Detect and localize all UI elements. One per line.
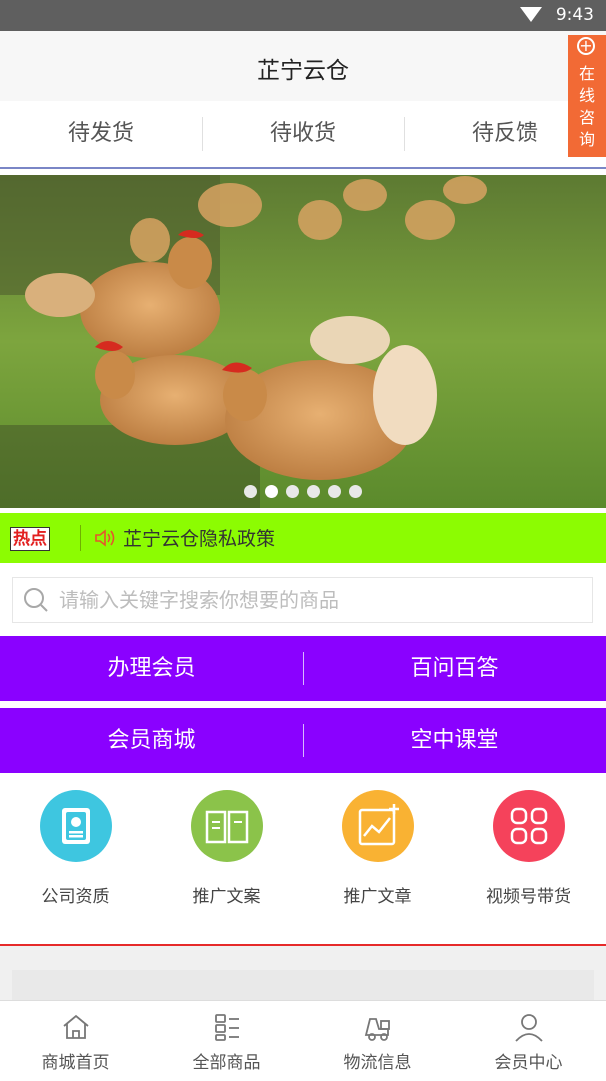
feature-label: 公司资质	[41, 887, 110, 907]
carousel-dot[interactable]	[265, 485, 278, 498]
plus-icon: +	[577, 37, 595, 55]
feature-company-qualification[interactable]: 公司资质	[0, 790, 151, 907]
carousel-dots	[0, 485, 606, 498]
forklift-icon	[364, 1018, 390, 1041]
banner-carousel[interactable]	[0, 175, 606, 508]
nav-label: 会员中心	[494, 1053, 563, 1073]
home-icon	[63, 1014, 89, 1039]
hot-divider	[80, 525, 81, 551]
open-book-icon	[190, 790, 263, 862]
hot-news-bar[interactable]: 热点 芷宁云仓隐私政策	[0, 513, 606, 563]
nav-logistics[interactable]: 物流信息	[302, 1001, 453, 1081]
feature-promo-article[interactable]: 推广文章	[302, 790, 453, 907]
carousel-dot[interactable]	[307, 485, 320, 498]
nav-label: 商城首页	[41, 1053, 110, 1073]
online-consult-button[interactable]: + 在线咨询	[568, 35, 606, 157]
online-classroom-button[interactable]: 空中课堂	[303, 708, 606, 773]
menu-row-1: 办理会员 百问百答	[0, 636, 606, 701]
chart-article-icon	[341, 790, 414, 862]
nav-all-products[interactable]: 全部商品	[151, 1001, 302, 1081]
order-tabs: 待发货 待收货 待反馈	[0, 101, 606, 169]
feature-label: 推广文章	[343, 887, 412, 907]
carousel-dot[interactable]	[328, 485, 341, 498]
feature-grid: 公司资质 推广文案 推广文章 视频号带货	[0, 774, 606, 944]
hot-badge: 热点	[10, 527, 50, 551]
grid-apps-icon	[492, 790, 565, 862]
nav-label: 物流信息	[343, 1053, 412, 1073]
wifi-icon	[520, 7, 542, 22]
app-header: 芷宁云仓	[0, 31, 606, 101]
search-icon	[24, 588, 48, 612]
search-box[interactable]	[12, 577, 593, 623]
carousel-dot[interactable]	[349, 485, 362, 498]
carousel-dot[interactable]	[244, 485, 257, 498]
feature-label: 视频号带货	[486, 887, 571, 907]
certificate-icon	[39, 790, 112, 862]
search-input[interactable]	[59, 584, 579, 616]
nav-home[interactable]: 商城首页	[0, 1001, 151, 1081]
carousel-dot[interactable]	[286, 485, 299, 498]
tab-pending-receipt[interactable]: 待收货	[202, 101, 404, 167]
hot-news-text[interactable]: 芷宁云仓隐私政策	[123, 524, 275, 551]
nav-label: 全部商品	[192, 1053, 261, 1073]
status-bar: 9:43	[0, 0, 606, 31]
apply-membership-button[interactable]: 办理会员	[0, 636, 303, 701]
feature-label: 推广文案	[192, 887, 261, 907]
feature-promo-copy[interactable]: 推广文案	[151, 790, 302, 907]
feature-video-selling[interactable]: 视频号带货	[453, 790, 604, 907]
list-icon	[215, 1014, 239, 1041]
user-icon	[515, 1014, 543, 1042]
speaker-icon	[95, 529, 115, 547]
nav-member-center[interactable]: 会员中心	[453, 1001, 604, 1081]
consult-label: 在线咨询	[579, 64, 596, 149]
banner-image	[0, 175, 606, 508]
member-mall-button[interactable]: 会员商城	[0, 708, 303, 773]
faq-button[interactable]: 百问百答	[303, 636, 606, 701]
status-time: 9:43	[555, 5, 594, 25]
menu-row-2: 会员商城 空中课堂	[0, 708, 606, 773]
page-title: 芷宁云仓	[257, 58, 349, 84]
bottom-nav: 商城首页 全部商品 物流信息 会员中心	[0, 1000, 606, 1081]
tab-pending-shipment[interactable]: 待发货	[0, 101, 202, 167]
